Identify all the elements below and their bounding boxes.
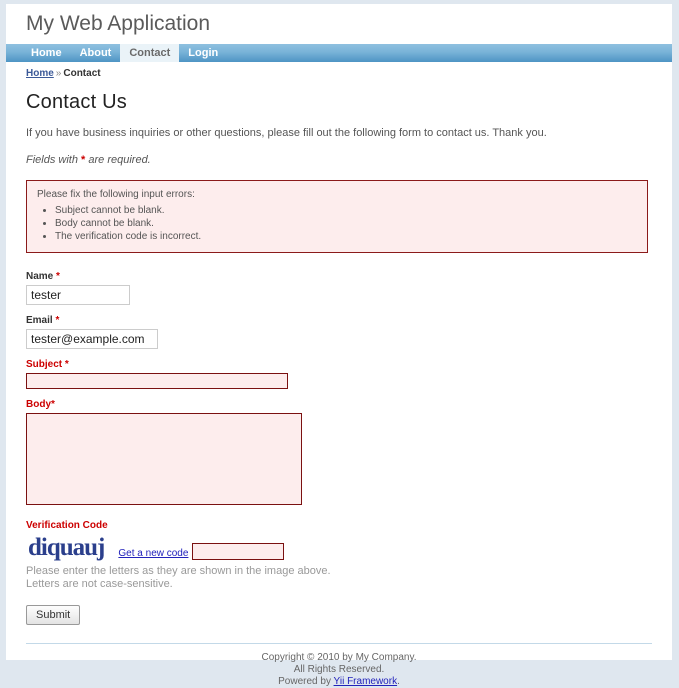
nav-list: Home About Contact Login	[22, 44, 227, 62]
yii-framework-link[interactable]: Yii Framework	[334, 676, 398, 687]
nav-link-about[interactable]: About	[71, 44, 121, 62]
footer-copyright: Copyright © 2010 by My Company.	[261, 652, 417, 663]
nav-item-home[interactable]: Home	[22, 44, 71, 62]
label-body-text: Body	[26, 399, 51, 410]
footer-rights: All Rights Reserved.	[293, 664, 385, 675]
label-verification-code: Verification Code	[26, 520, 108, 531]
verification-code-input[interactable]	[192, 543, 285, 560]
form-row-subject: Subject *	[26, 359, 652, 389]
verification-hint-line1: Please enter the letters as they are sho…	[26, 565, 331, 577]
breadcrumb-link-home[interactable]: Home	[26, 68, 54, 79]
page-container: My Web Application Home About Contact Lo…	[6, 4, 672, 687]
site-header: My Web Application	[6, 4, 672, 44]
form-row-verification: Verification Code diquauj Get a new code…	[26, 520, 652, 591]
submit-button[interactable]: Submit	[26, 605, 81, 625]
nav-link-login[interactable]: Login	[179, 44, 227, 62]
error-summary: Please fix the following input errors: S…	[26, 180, 648, 253]
label-name-text: Name	[26, 271, 54, 282]
label-name: Name *	[26, 271, 652, 282]
breadcrumb: Home» Contact	[6, 62, 672, 79]
footer-powered-suffix: .	[397, 676, 400, 687]
site-footer: Copyright © 2010 by My Company. All Righ…	[26, 643, 652, 688]
main-content: Contact Us If you have business inquirie…	[6, 91, 672, 625]
nav-link-home[interactable]: Home	[22, 44, 71, 62]
error-item: Subject cannot be blank.	[55, 204, 637, 217]
note-prefix: Fields with	[26, 154, 82, 166]
get-new-code-link[interactable]: Get a new code	[118, 548, 188, 559]
page-title: Contact Us	[26, 91, 127, 113]
required-star-icon: *	[55, 315, 60, 326]
breadcrumb-separator: »	[55, 68, 62, 79]
label-body: Body*	[26, 399, 652, 410]
error-item: The verification code is incorrect.	[55, 230, 637, 243]
breadcrumb-current: Contact	[63, 68, 101, 79]
nav-item-contact[interactable]: Contact	[120, 44, 180, 62]
verification-hint: Please enter the letters as they are sho…	[26, 565, 652, 591]
required-star-icon: *	[56, 271, 60, 282]
note-suffix: are required.	[85, 154, 151, 166]
form-row-email: Email *	[26, 315, 652, 349]
main-navigation: Home About Contact Login	[6, 44, 672, 62]
label-email-text: Email	[26, 315, 53, 326]
nav-item-login[interactable]: Login	[179, 44, 227, 62]
error-item: Body cannot be blank.	[55, 217, 637, 230]
form-buttons: Submit	[26, 605, 652, 625]
label-subject-text: Subject	[26, 359, 63, 370]
verification-hint-line2: Letters are not case-sensitive.	[26, 578, 173, 590]
nav-link-contact[interactable]: Contact	[120, 44, 180, 62]
page-root: My Web Application Home About Contact Lo…	[0, 0, 679, 687]
label-subject: Subject *	[26, 359, 652, 370]
footer-powered-prefix: Powered by	[278, 676, 334, 687]
captcha-block: diquauj Get a new code	[26, 534, 652, 561]
email-input[interactable]	[26, 329, 158, 349]
label-email: Email *	[26, 315, 652, 326]
error-summary-list: Subject cannot be blank. Body cannot be …	[37, 204, 637, 243]
required-star-icon: *	[64, 359, 69, 370]
footer-powered-by: Powered by Yii Framework.	[26, 676, 652, 688]
error-summary-heading: Please fix the following input errors:	[37, 189, 195, 200]
form-row-body: Body*	[26, 399, 652, 508]
subject-input[interactable]	[26, 373, 288, 389]
nav-item-about[interactable]: About	[71, 44, 121, 62]
captcha-image: diquauj	[28, 534, 105, 561]
body-textarea[interactable]	[26, 413, 302, 505]
required-star-icon: *	[51, 399, 55, 410]
form-row-name: Name *	[26, 271, 652, 305]
required-fields-note: Fields with * are required.	[26, 154, 652, 166]
name-input[interactable]	[26, 285, 130, 305]
intro-text: If you have business inquiries or other …	[26, 127, 547, 139]
site-logo: My Web Application	[26, 12, 211, 35]
contact-form: Name * Email * Subject * Body* Verificat	[26, 271, 652, 625]
